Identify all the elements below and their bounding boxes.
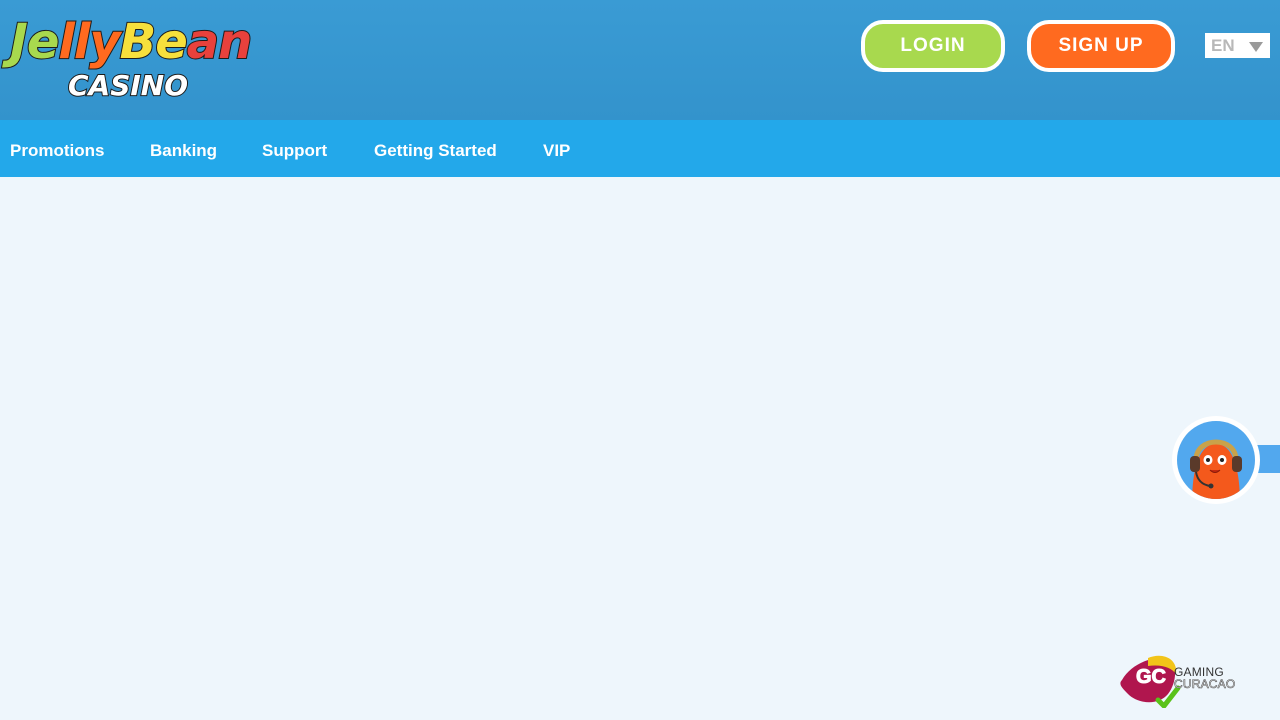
language-select[interactable]: EN xyxy=(1205,33,1270,58)
live-chat-widget[interactable] xyxy=(1170,414,1280,506)
logo-letter: l xyxy=(57,13,76,71)
logo-letter: n xyxy=(217,13,253,71)
gaming-curacao-seal[interactable]: GC GAMING CURACAO xyxy=(1118,654,1244,708)
logo-letter: B xyxy=(119,13,158,71)
logo-letter: l xyxy=(73,13,92,71)
nav-item-getting-started[interactable]: Getting Started xyxy=(374,120,497,177)
signup-button[interactable]: SIGN UP xyxy=(1027,20,1175,72)
logo-letter: e xyxy=(26,13,61,71)
language-code: EN xyxy=(1211,35,1235,55)
logo-letter: e xyxy=(154,13,189,71)
license-line2: CURACAO xyxy=(1174,677,1236,691)
logo-wordmark: JellyBean xyxy=(9,13,253,71)
support-agent-icon xyxy=(1172,416,1260,504)
login-button[interactable]: LOGIN xyxy=(861,20,1005,72)
logo-letter: a xyxy=(186,13,220,71)
site-header: JellyBean CASINO LOGIN SIGN UP EN xyxy=(0,0,1280,120)
main-nav: Promotions Banking Support Getting Start… xyxy=(0,120,1280,177)
nav-item-banking[interactable]: Banking xyxy=(150,120,217,177)
chevron-down-icon xyxy=(1249,42,1263,52)
logo-letter: J xyxy=(9,13,29,71)
license-mark: GC xyxy=(1136,666,1167,689)
logo-subtitle: CASINO xyxy=(67,69,189,103)
nav-item-support[interactable]: Support xyxy=(262,120,327,177)
nav-item-vip[interactable]: VIP xyxy=(543,120,570,177)
jellybean-casino-logo[interactable]: JellyBean CASINO xyxy=(9,13,253,104)
logo-letter: y xyxy=(88,13,121,71)
nav-item-promotions[interactable]: Promotions xyxy=(10,120,104,177)
